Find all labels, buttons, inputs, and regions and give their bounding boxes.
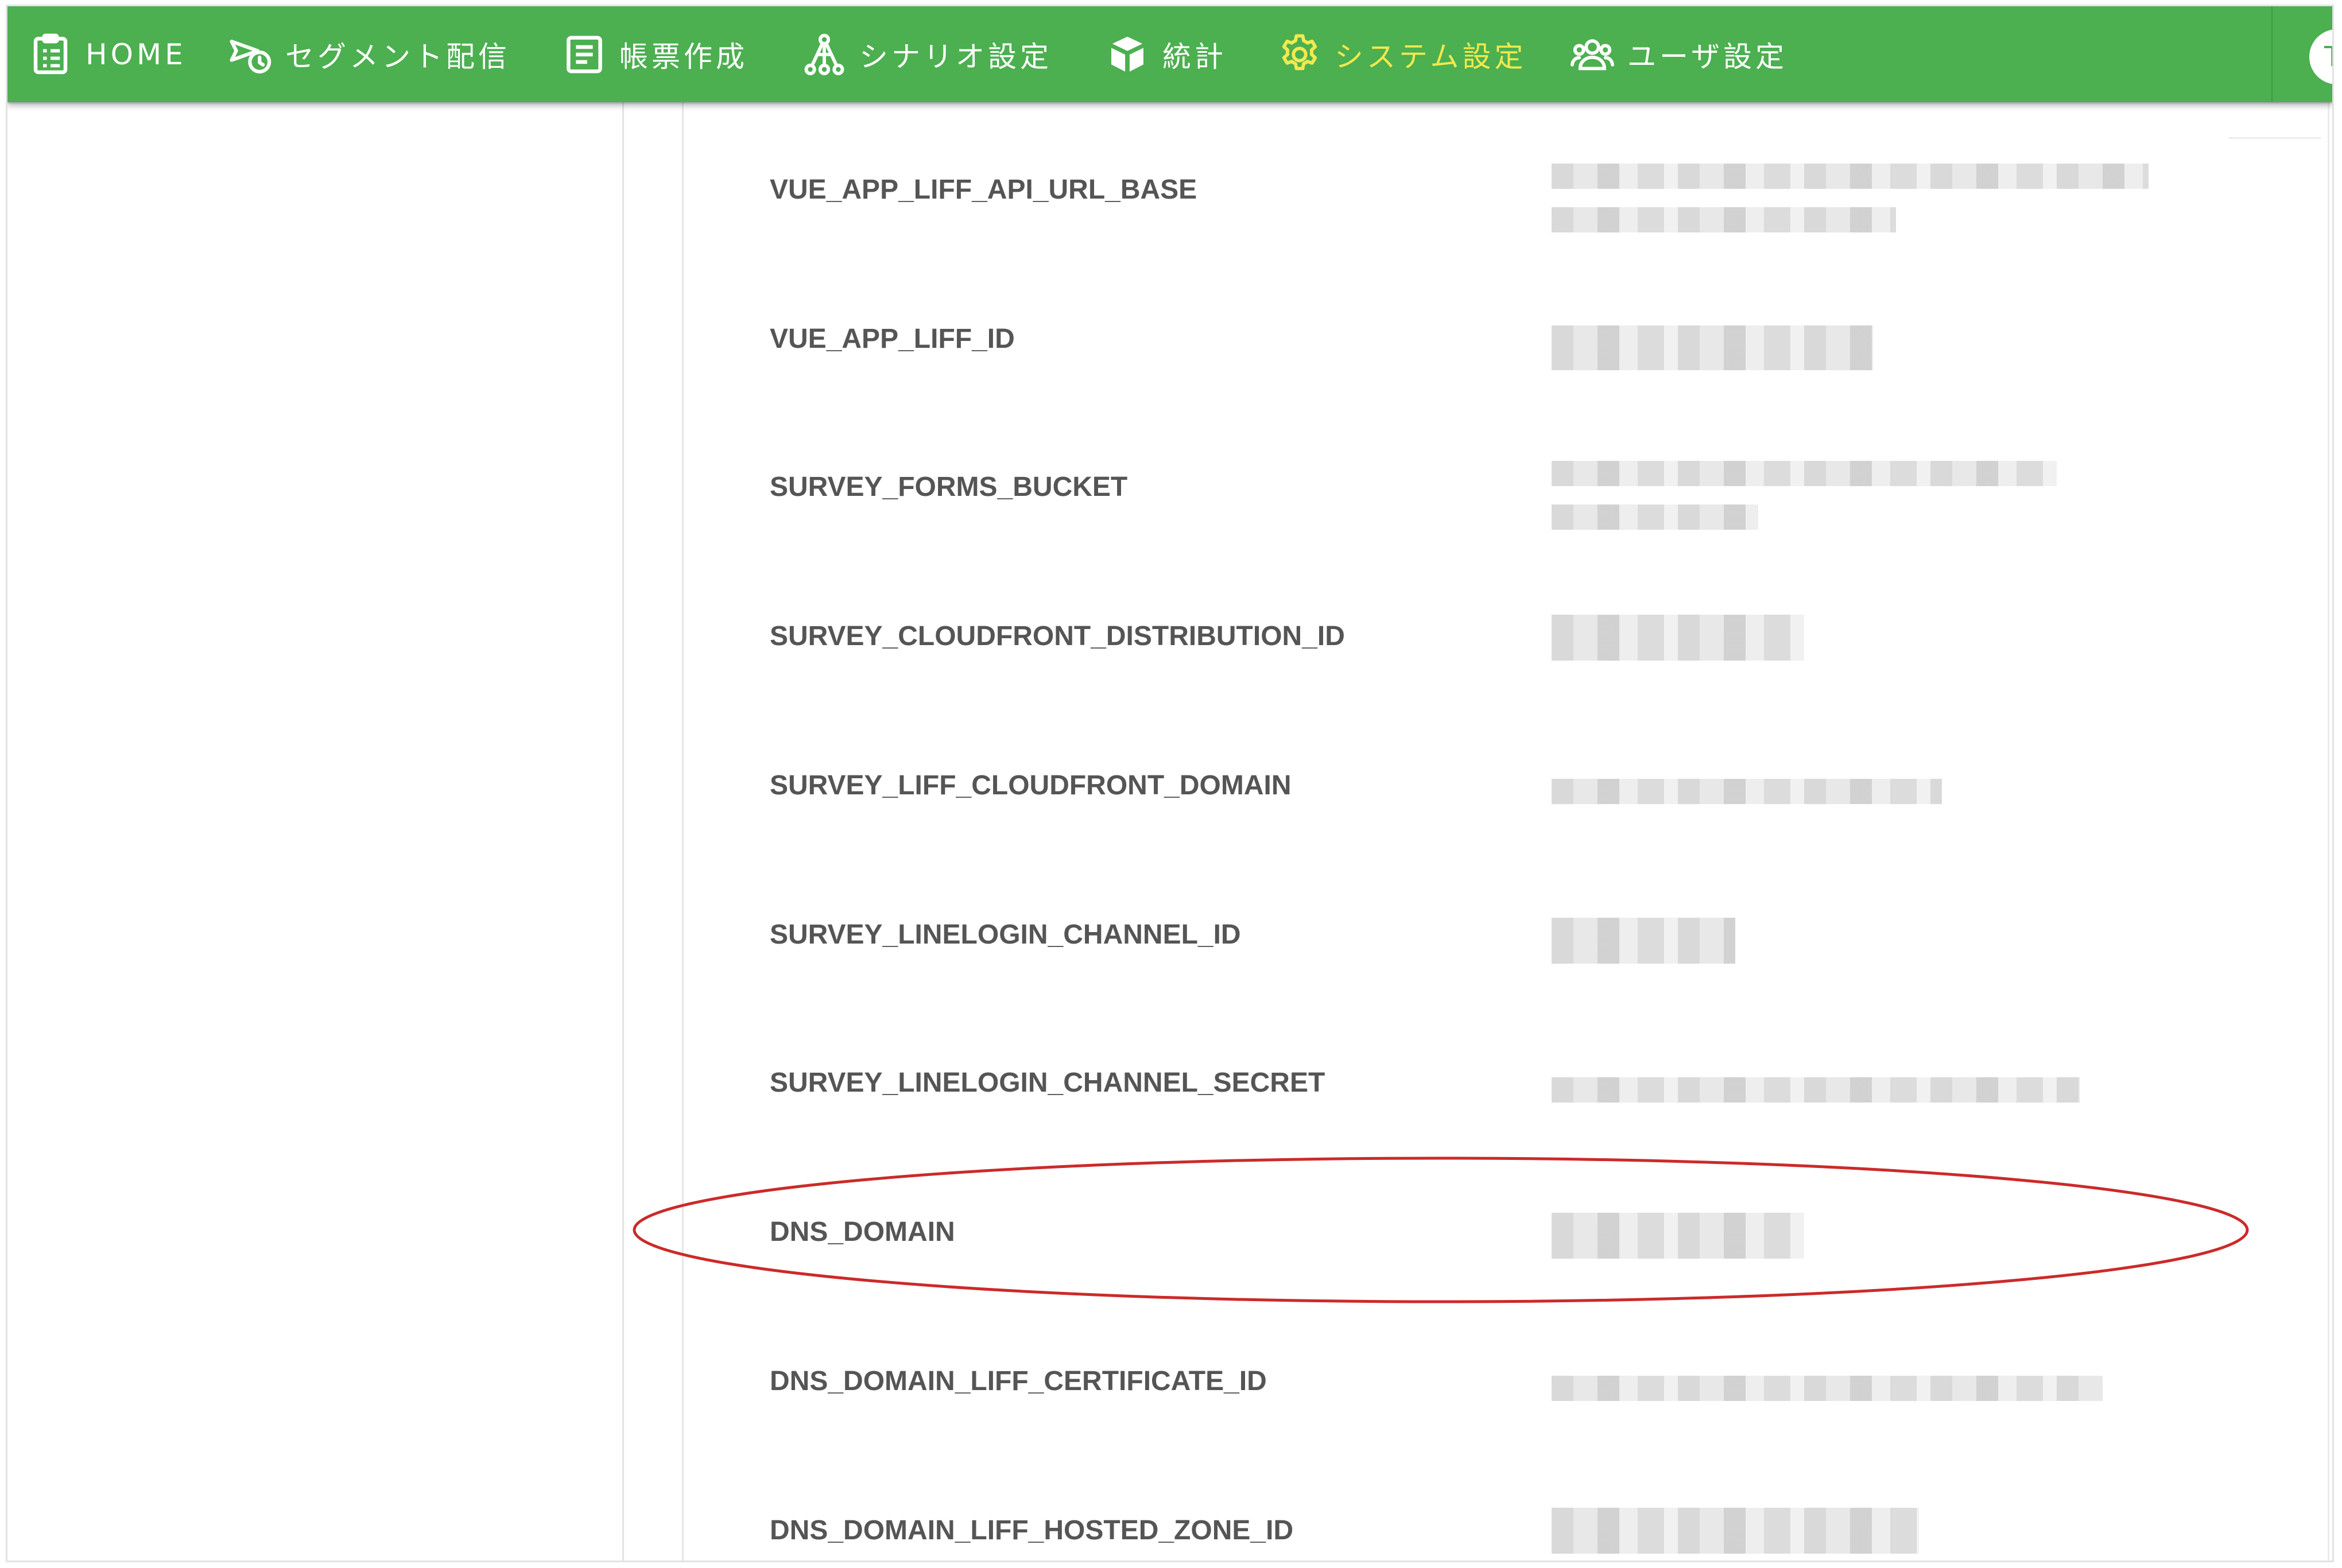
setting-key: SURVEY_LINELOGIN_CHANNEL_ID [770,919,1241,950]
clipboard-list-icon [28,32,73,77]
setting-value-redacted [1552,1057,2160,1114]
nav-home-label: HOME [86,37,187,71]
setting-value-redacted [1552,1504,2160,1561]
setting-value-redacted [1552,1355,2160,1412]
users-icon [1570,32,1615,77]
setting-row-dns-domain: DNS_DOMAIN [770,1198,2262,1267]
document-icon [562,32,607,77]
setting-value-redacted [1552,461,2160,530]
setting-row-vue-app-liff-api-url-base: VUE_APP_LIFF_API_URL_BASE [770,156,2262,232]
setting-row-survey-cloudfront-distribution-id: SURVEY_CLOUDFRONT_DISTRIBUTION_ID [770,602,2262,671]
setting-value-redacted [1552,164,2160,232]
sidebar-divider [622,102,624,1561]
topbar-divider [2271,6,2273,102]
setting-value-redacted [1552,1206,2160,1263]
nav-statistics-label: 統計 [1162,40,1227,73]
nav-form-creation-label: 帳票作成 [619,40,748,73]
setting-value-redacted [1552,610,2160,667]
setting-row-survey-linelogin-channel-secret: SURVEY_LINELOGIN_CHANNEL_SECRET [770,1049,2262,1117]
app-window: HOME セグメント配信 帳票作成 シナリオ設定 統計 システム設定 ユーザ設定… [6,5,2334,1562]
nav-scenario-settings[interactable]: シナリオ設定 [802,6,1052,102]
setting-key: VUE_APP_LIFF_API_URL_BASE [770,174,1197,205]
setting-key: DNS_DOMAIN_LIFF_HOSTED_ZONE_ID [770,1515,1294,1546]
setting-key: SURVEY_CLOUDFRONT_DISTRIBUTION_ID [770,621,1345,651]
setting-row-survey-liff-cloudfront-domain: SURVEY_LIFF_CLOUDFRONT_DOMAIN [770,751,2262,820]
nav-segment-delivery[interactable]: セグメント配信 [228,6,510,102]
cube-icon [1105,32,1150,77]
send-clock-icon [228,32,273,77]
nav-scenario-settings-label: シナリオ設定 [859,40,1052,73]
setting-key: SURVEY_LINELOGIN_CHANNEL_SECRET [770,1068,1325,1098]
setting-key: SURVEY_FORMS_BUCKET [770,472,1128,502]
nav-statistics[interactable]: 統計 [1105,6,1227,102]
nav-user-settings[interactable]: ユーザ設定 [1570,6,1787,102]
setting-key: SURVEY_LIFF_CLOUDFRONT_DOMAIN [770,770,1292,801]
setting-key: DNS_DOMAIN_LIFF_CERTIFICATE_ID [770,1366,1267,1396]
setting-value-redacted [1552,909,2160,966]
gear-icon [1277,32,1322,77]
setting-key: VUE_APP_LIFF_ID [770,324,1015,354]
nav-home[interactable]: HOME [28,6,187,102]
panel-edge [2229,137,2321,139]
nav-system-settings[interactable]: システム設定 [1277,6,1527,102]
setting-value-redacted [1552,313,2160,370]
avatar[interactable]: T [2309,29,2332,84]
setting-key: DNS_DOMAIN [770,1217,955,1247]
nav-user-settings-label: ユーザ設定 [1627,40,1787,73]
sitemap-icon [802,32,847,77]
setting-value-redacted [1552,759,2160,817]
setting-row-dns-domain-liff-hosted-zone-id: DNS_DOMAIN_LIFF_HOSTED_ZONE_ID [770,1496,2262,1561]
nav-system-settings-label: システム設定 [1335,40,1527,73]
top-navigation-bar: HOME セグメント配信 帳票作成 シナリオ設定 統計 システム設定 ユーザ設定 [7,6,2332,102]
setting-row-survey-forms-bucket: SURVEY_FORMS_BUCKET [770,453,2262,530]
setting-row-survey-linelogin-channel-id: SURVEY_LINELOGIN_CHANNEL_ID [770,901,2262,969]
nav-form-creation[interactable]: 帳票作成 [562,6,748,102]
nav-segment-delivery-label: セグメント配信 [285,40,510,73]
setting-row-vue-app-liff-id: VUE_APP_LIFF_ID [770,305,2262,374]
setting-row-dns-domain-liff-certificate-id: DNS_DOMAIN_LIFF_CERTIFICATE_ID [770,1347,2262,1416]
